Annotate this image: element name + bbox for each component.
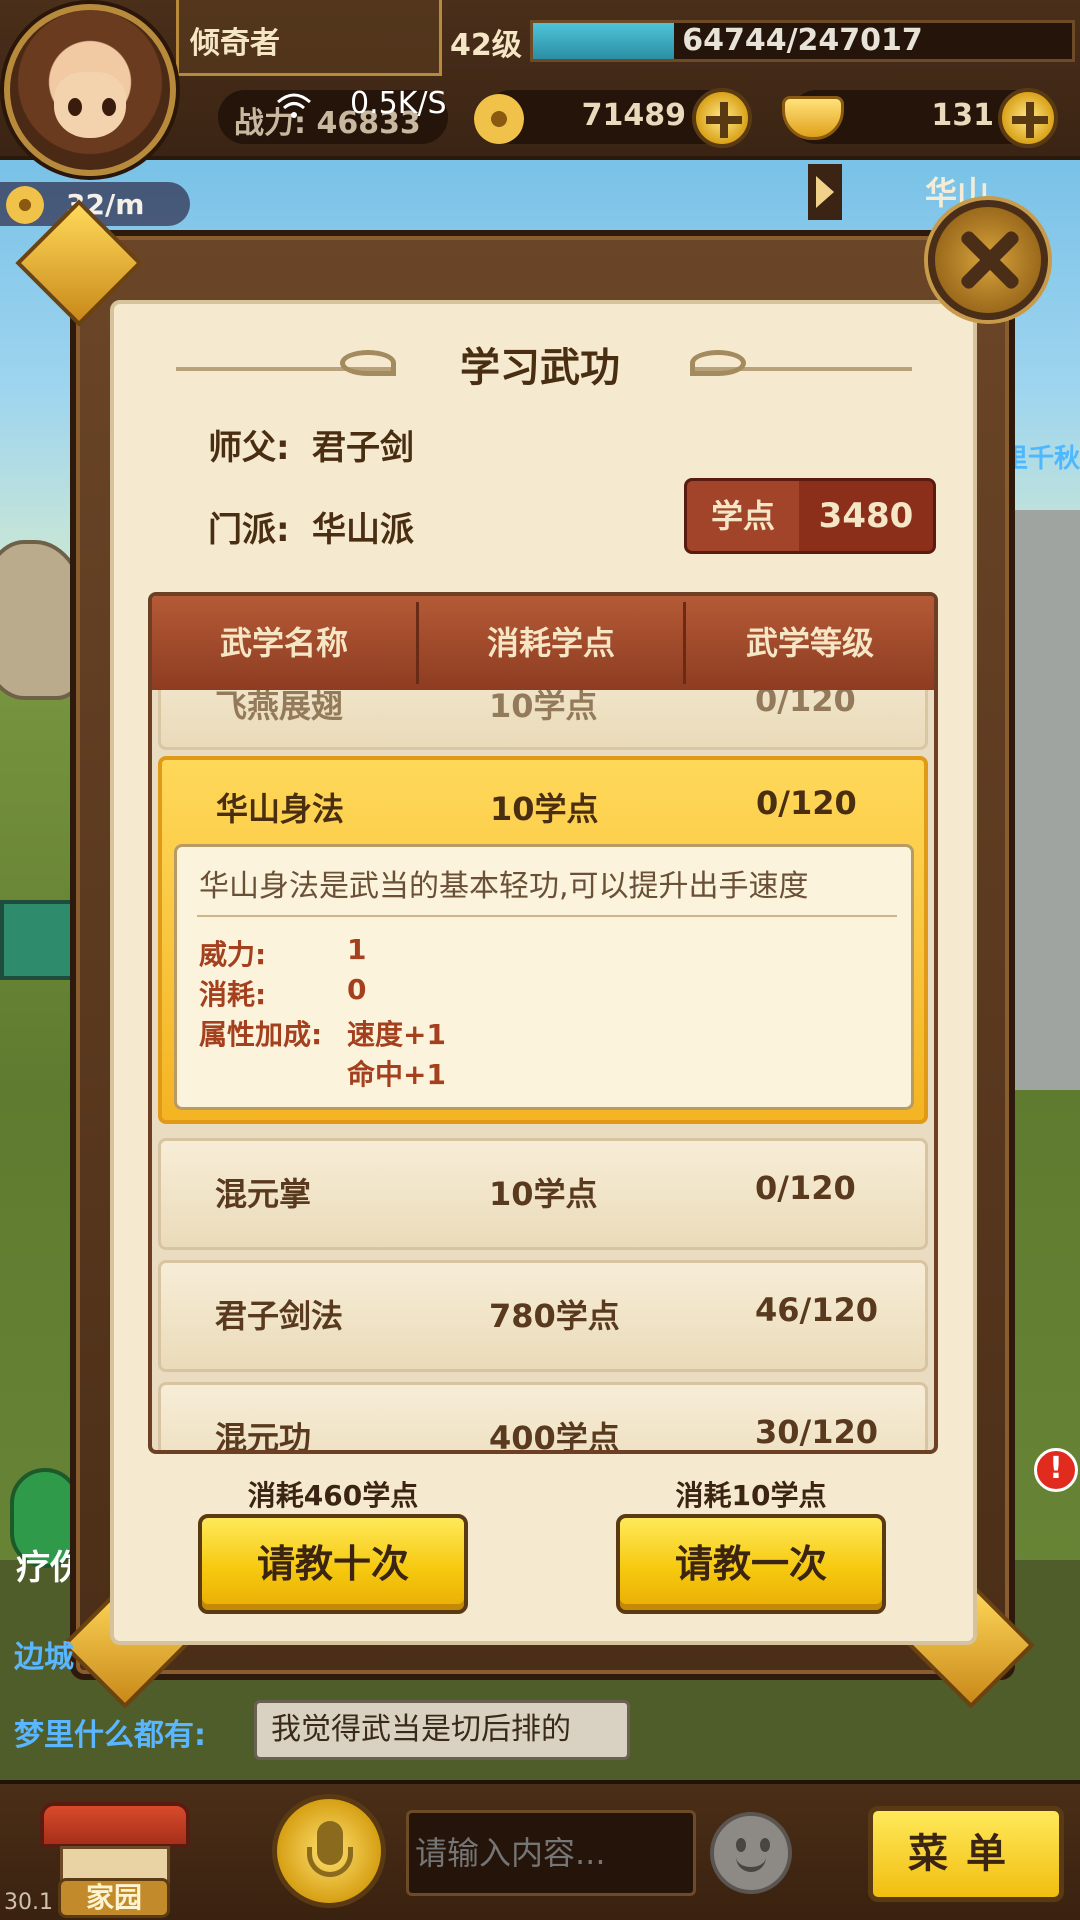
stone-wall: [1010, 510, 1080, 1090]
skill-row[interactable]: 混元掌 10学点 0/120: [158, 1138, 928, 1250]
player-level: 42级: [450, 28, 522, 63]
study-points-label: 学点: [687, 481, 799, 551]
add-ingots-button[interactable]: [998, 88, 1058, 148]
network-speed: 0.5K/S: [350, 86, 447, 121]
coin-icon: [474, 94, 524, 144]
consume-value: 0: [347, 973, 367, 1006]
table-header: 武学名称 消耗学点 武学等级: [152, 596, 934, 690]
skill-level: 0/120: [755, 1169, 856, 1207]
column-header: 武学名称: [219, 624, 348, 662]
attribute-bonus-speed: 速度+1: [347, 1018, 446, 1051]
skill-list[interactable]: 飞燕展翅 10学点 0/120 华山身法 10学点 0/120 华山身法是武当的…: [152, 690, 934, 1450]
version-text: 30.1: [4, 1890, 53, 1915]
ingot-amount: 131: [931, 98, 994, 133]
title-swirl-ornament: [690, 350, 746, 376]
skill-detail-panel: 华山身法是武当的基本轻功,可以提升出手速度 威力: 1 消耗: 0 属性加成: …: [174, 844, 914, 1110]
exp-bar: 64744/247017: [530, 20, 1075, 62]
emoji-eye: [736, 1838, 746, 1852]
skill-table: 武学名称 消耗学点 武学等级 飞燕展翅 10学点 0/120 华山身法 10学点…: [148, 592, 938, 1454]
master-label: 师父:: [208, 428, 290, 468]
study-points-badge: 学点 3480: [684, 478, 936, 554]
column-header: 消耗学点: [486, 624, 615, 662]
skill-name: 君子剑法: [215, 1297, 344, 1335]
sect-value: 华山派: [312, 510, 414, 550]
learn-once-button[interactable]: 请教一次: [616, 1514, 886, 1614]
home-roof-icon: [40, 1802, 190, 1848]
skill-cost: 780学点: [489, 1297, 620, 1335]
skill-cost: 10学点: [489, 690, 598, 725]
skill-cost: 10学点: [489, 1175, 598, 1213]
skill-name: 飞燕展翅: [215, 690, 344, 725]
heal-label: 疗伤: [16, 1548, 76, 1588]
skill-level: 0/120: [755, 690, 856, 719]
avatar-eye: [102, 98, 116, 116]
skill-cost: 400学点: [489, 1419, 620, 1450]
skill-row[interactable]: 混元功 400学点 30/120: [158, 1382, 928, 1450]
map-expand-arrow-icon[interactable]: [808, 164, 842, 220]
emoji-icon[interactable]: [710, 1812, 792, 1894]
skill-cost: 10学点: [490, 790, 599, 828]
mic-stand: [307, 1847, 353, 1877]
close-icon[interactable]: [928, 200, 1048, 320]
skill-level: 30/120: [755, 1413, 879, 1450]
player-name: 倾奇者: [190, 26, 280, 61]
coin-icon: [6, 186, 44, 224]
detail-divider: [197, 915, 897, 917]
player-avatar[interactable]: [4, 4, 176, 176]
skill-name: 华山身法: [216, 790, 345, 828]
wifi-icon: [277, 93, 311, 118]
home-button[interactable]: 家园: [30, 1790, 200, 1920]
master-value: 君子剑: [312, 428, 414, 468]
learn-ten-times-button[interactable]: 请教十次: [198, 1514, 468, 1614]
attribute-bonus-label: 属性加成:: [199, 1018, 323, 1051]
chat-channel-label: 边城: [14, 1640, 74, 1675]
skill-description: 华山身法是武当的基本轻功,可以提升出手速度: [199, 869, 809, 904]
power-value: 1: [347, 933, 367, 966]
emoji-mouth: [736, 1856, 766, 1872]
consume-label: 消耗:: [199, 978, 267, 1011]
learn-ten-cost: 消耗460学点: [247, 1479, 419, 1512]
chat-message: 我觉得武当是切后排的: [254, 1700, 630, 1760]
home-label: 家园: [58, 1878, 170, 1918]
column-header: 武学等级: [745, 624, 874, 662]
title-swirl-ornament: [340, 350, 396, 376]
alert-icon: !: [1034, 1448, 1078, 1492]
menu-button[interactable]: 菜单: [868, 1806, 1064, 1902]
building-roof: [0, 900, 80, 980]
microphone-icon[interactable]: [272, 1794, 386, 1908]
sect-label: 门派:: [208, 510, 290, 550]
skill-name: 混元掌: [215, 1175, 312, 1213]
add-coins-button[interactable]: [692, 88, 752, 148]
skill-row-selected[interactable]: 华山身法 10学点 0/120 华山身法是武当的基本轻功,可以提升出手速度 威力…: [158, 756, 928, 1124]
study-points-value: 3480: [818, 496, 914, 536]
power-label: 威力:: [199, 938, 267, 971]
skill-row[interactable]: 飞燕展翅 10学点 0/120: [158, 690, 928, 750]
skill-name: 混元功: [215, 1419, 312, 1450]
avatar-eye: [68, 98, 82, 116]
coin-amount: 71489: [581, 98, 686, 133]
skill-level: 46/120: [755, 1291, 879, 1329]
chat-speaker: 梦里什么都有:: [14, 1718, 206, 1753]
dialog-title: 学习武功: [460, 345, 620, 391]
chat-input[interactable]: [406, 1810, 696, 1896]
emoji-eye: [760, 1838, 770, 1852]
learn-once-cost: 消耗10学点: [675, 1479, 827, 1512]
skill-row[interactable]: 君子剑法 780学点 46/120: [158, 1260, 928, 1372]
skill-level: 0/120: [756, 784, 857, 822]
exp-text: 64744/247017: [682, 23, 923, 58]
attribute-bonus-accuracy: 命中+1: [347, 1058, 446, 1091]
